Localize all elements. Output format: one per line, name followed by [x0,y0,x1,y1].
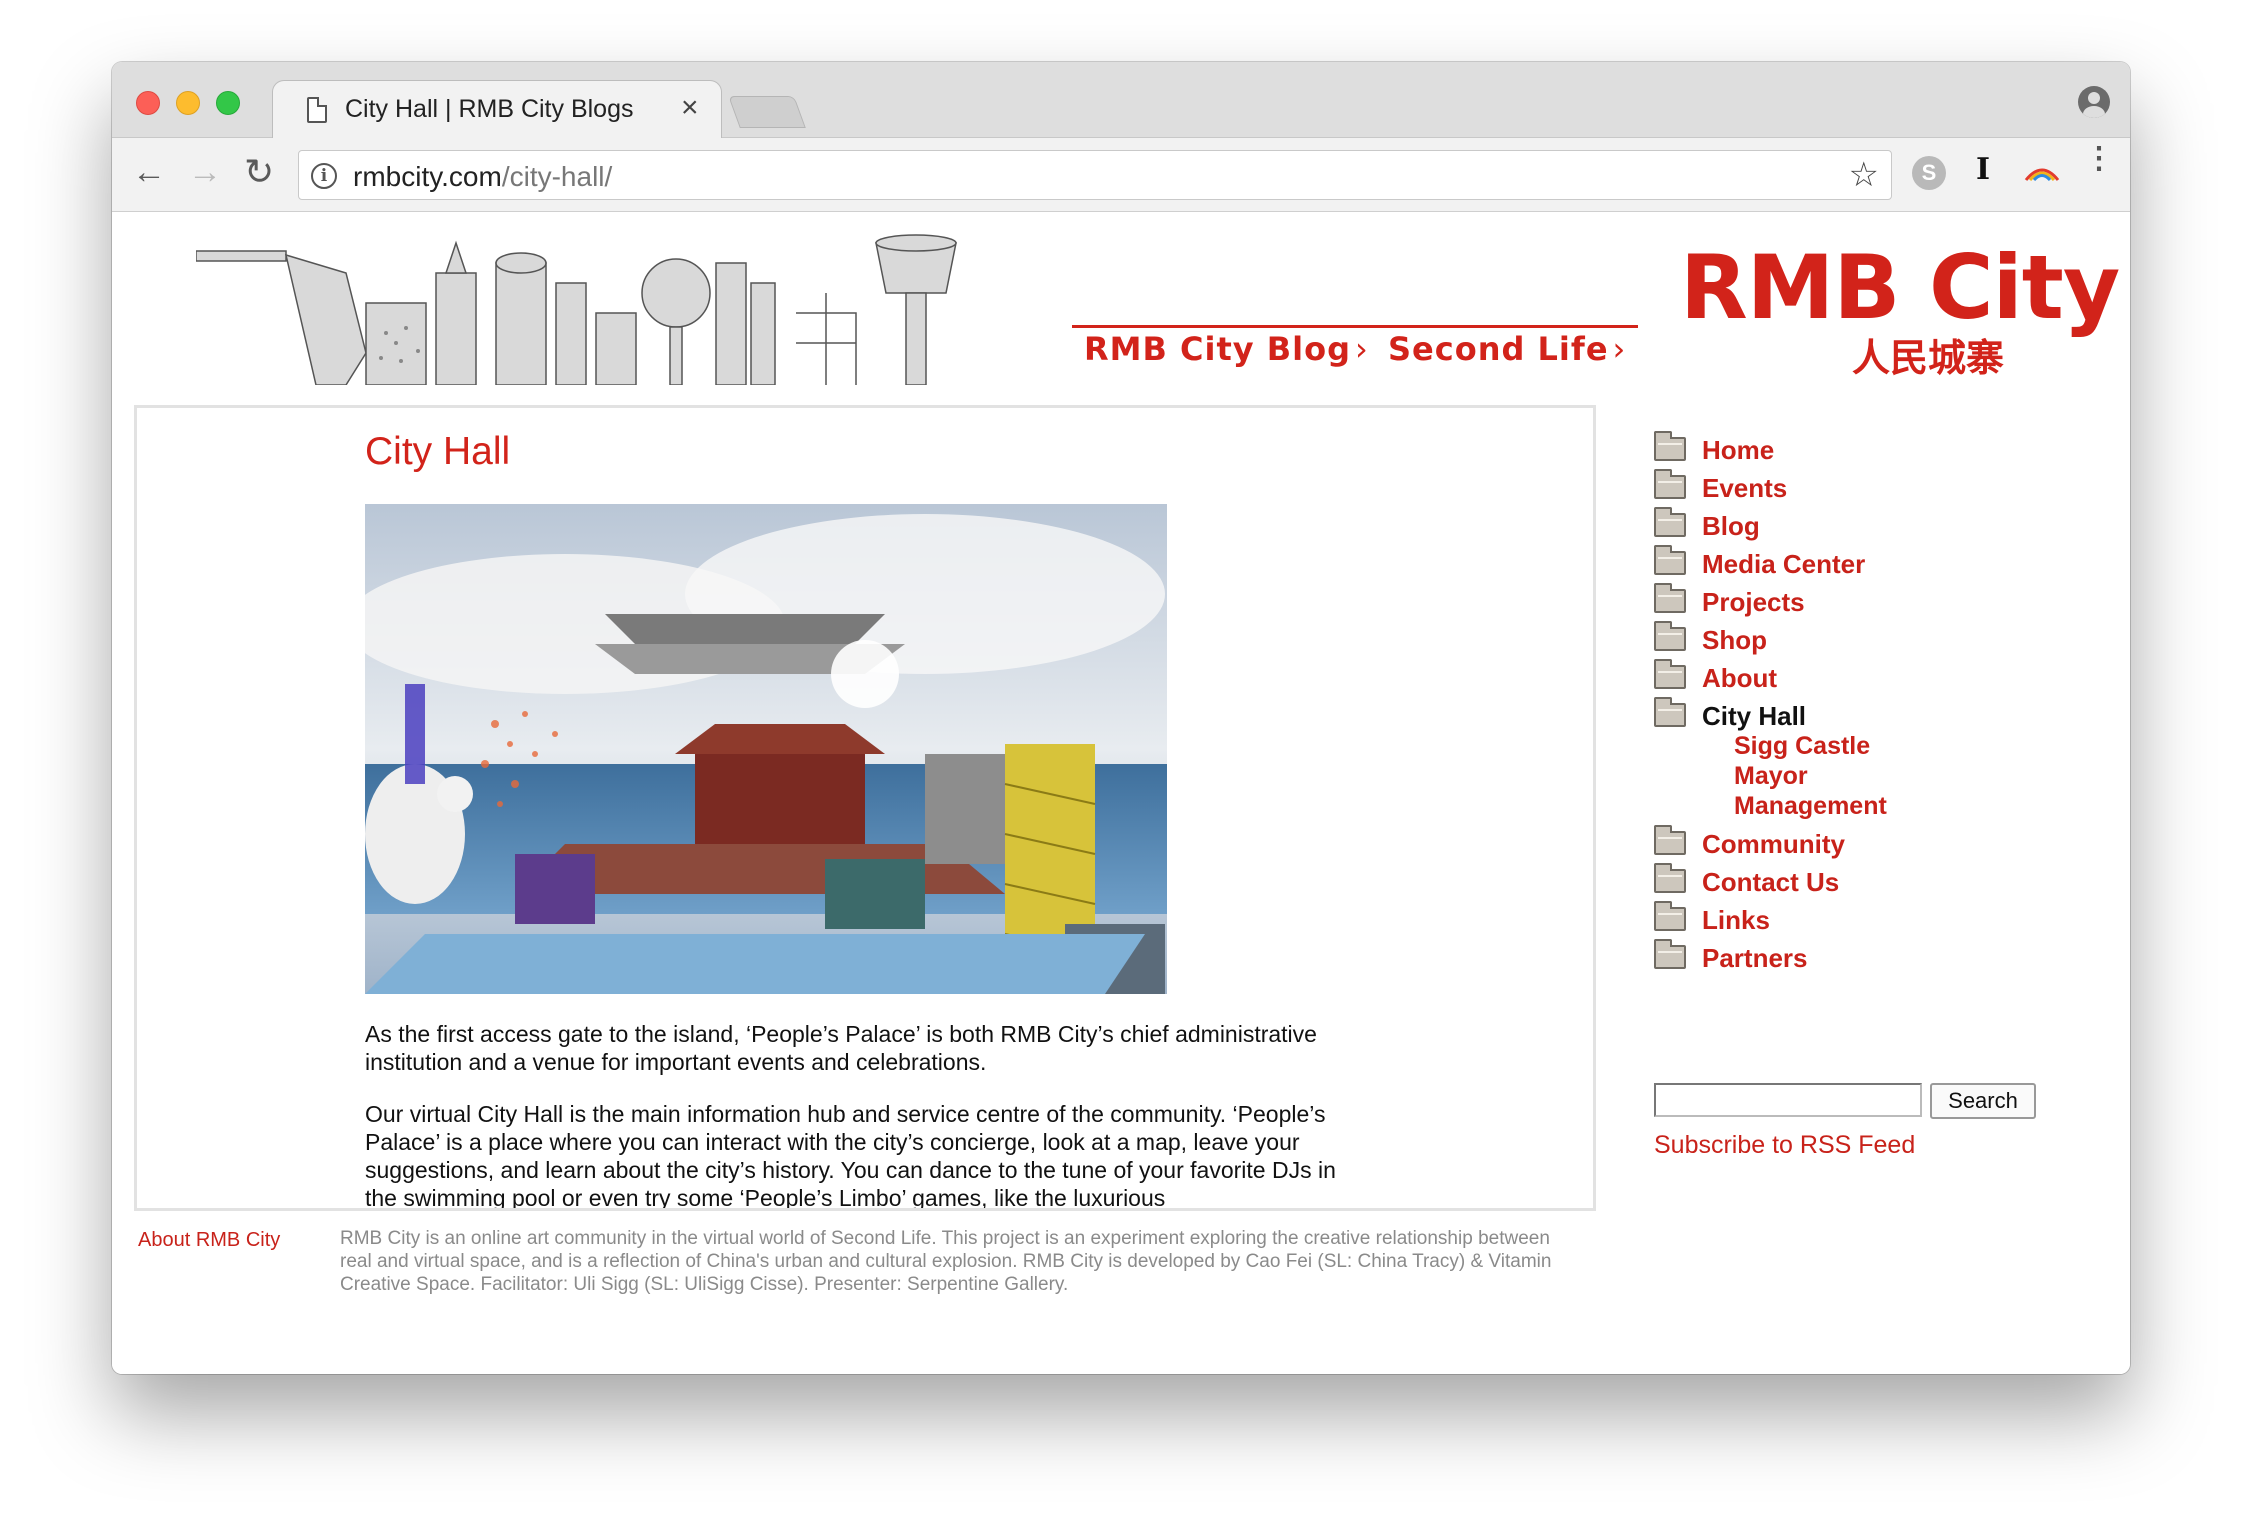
sidebar-item-label[interactable]: Events [1702,473,1787,503]
sidebar-item-label[interactable]: About [1702,663,1777,693]
back-icon[interactable]: ← [132,152,166,192]
skype-icon[interactable]: S [1912,156,1946,190]
rmb-city-logo[interactable]: RMB City 人民城寨 [1680,236,2120,381]
sidebar-item-label[interactable]: Partners [1702,943,1808,973]
sidebar-item-community[interactable]: Community [1654,825,2094,865]
sidebar-item-media-center[interactable]: Media Center [1654,545,2094,585]
sidebar-item-label[interactable]: Media Center [1702,549,1865,579]
rss-feed-link[interactable]: Subscribe to RSS Feed [1654,1131,1915,1160]
subnav-item-management[interactable]: Management [1734,791,2094,821]
page-title: City Hall [365,430,511,473]
star-icon[interactable]: ☆ [1849,155,1879,195]
folder-icon [1654,825,1686,855]
logo-title: RMB City [1680,236,2120,339]
sidebar-item-city-hall[interactable]: City Hall [1654,697,2094,737]
reload-icon[interactable]: ↻ [244,152,274,192]
city-hall-subnav: Sigg Castle Mayor Management [1654,731,2094,821]
rmb-city-blog-link[interactable]: RMB City Blog [1072,325,1381,369]
browser-window: City Hall | RMB City Blogs × ← → ↻ i rmb… [112,62,2130,1374]
folder-icon [1654,863,1686,893]
second-life-link[interactable]: Second Life [1376,325,1639,369]
url-host: rmbcity.com [353,161,502,192]
tab-title: City Hall | RMB City Blogs [345,95,634,123]
sidebar-item-projects[interactable]: Projects [1654,583,2094,623]
post-paragraph: As the first access gate to the island, … [365,1021,1317,1075]
sidebar-item-home[interactable]: Home [1654,431,2094,471]
sidebar-item-label[interactable]: Blog [1702,511,1760,541]
folder-icon [1654,697,1686,727]
header-city-artwork [196,233,1016,385]
folder-icon [1654,659,1686,689]
sidebar-item-links[interactable]: Links [1654,901,2094,941]
sidebar-nav: Home Events Blog Media Center Projects S… [1654,431,2094,979]
sidebar-item-label[interactable]: Shop [1702,625,1767,655]
info-icon[interactable]: i [311,163,337,189]
menu-icon[interactable]: ⋮ [2084,144,2114,174]
page-icon [307,97,327,123]
subnav-item-mayor[interactable]: Mayor [1734,761,2094,791]
maximize-window-button[interactable] [216,91,240,115]
rainbow-icon[interactable] [2022,158,2062,184]
ibeam-icon[interactable]: I [1976,152,1990,187]
main-content: City Hall As the first access gate to th… [134,405,1596,1211]
sidebar-item-label[interactable]: City Hall [1702,701,1806,731]
browser-toolbar: ← → ↻ i rmbcity.com/city-hall/ ☆ S I ⋮ [112,138,2130,212]
minimize-window-button[interactable] [176,91,200,115]
close-window-button[interactable] [136,91,160,115]
folder-icon [1654,939,1686,969]
sidebar-item-label[interactable]: Projects [1702,587,1805,617]
sidebar-item-blog[interactable]: Blog [1654,507,2094,547]
sidebar-item-label[interactable]: Community [1702,829,1845,859]
url-text[interactable]: rmbcity.com/city-hall/ [353,161,612,193]
search-input[interactable] [1654,1083,1922,1117]
forward-icon[interactable]: → [188,152,222,192]
folder-icon [1654,583,1686,613]
sidebar-item-label[interactable]: Contact Us [1702,867,1839,897]
sidebar-item-about[interactable]: About [1654,659,2094,699]
close-icon[interactable]: × [681,91,699,125]
title-bar: City Hall | RMB City Blogs × [112,62,2130,140]
sidebar-item-shop[interactable]: Shop [1654,621,2094,661]
folder-icon [1654,431,1686,461]
new-tab-button[interactable] [728,96,806,128]
post-paragraph: Our virtual City Hall is the main inform… [365,1101,1336,1211]
web-page: RMB City Blog Second Life RMB City 人民城寨 … [112,213,2130,1374]
tab-city-hall[interactable]: City Hall | RMB City Blogs × [272,80,722,140]
footer-about-link[interactable]: About RMB City [138,1229,280,1252]
search-button[interactable]: Search [1930,1083,2036,1119]
post-body: As the first access gate to the island, … [365,1020,1365,1211]
folder-icon [1654,469,1686,499]
city-hall-image [365,504,1167,994]
logo-chinese: 人民城寨 [1852,335,2005,380]
folder-icon [1654,545,1686,575]
folder-icon [1654,901,1686,931]
folder-icon [1654,621,1686,651]
profile-icon[interactable] [2078,86,2110,118]
url-path: /city-hall/ [501,161,613,192]
sidebar-item-partners[interactable]: Partners [1654,939,2094,979]
footer-description: RMB City is an online art community in t… [340,1228,1552,1295]
sidebar-item-label[interactable]: Home [1702,435,1774,465]
folder-icon [1654,507,1686,537]
sidebar-item-label[interactable]: Links [1702,905,1770,935]
address-bar[interactable]: i rmbcity.com/city-hall/ ☆ [298,150,1892,200]
sidebar-item-events[interactable]: Events [1654,469,2094,509]
sidebar-item-contact-us[interactable]: Contact Us [1654,863,2094,903]
